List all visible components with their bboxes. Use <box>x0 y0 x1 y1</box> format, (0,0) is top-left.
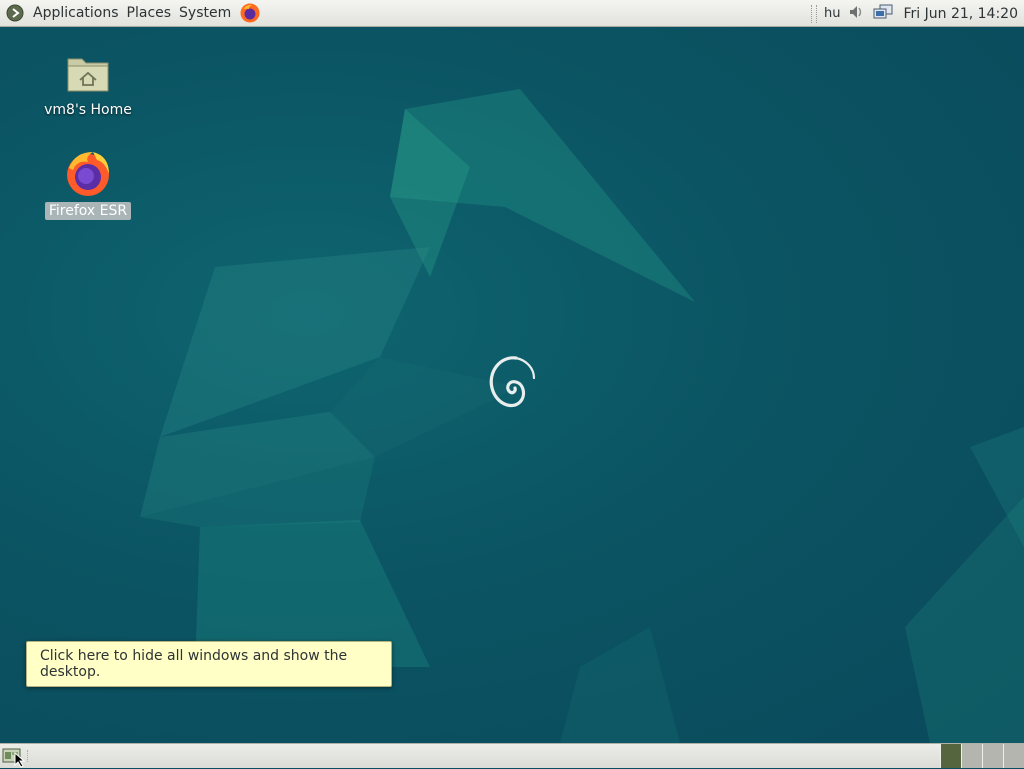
desktop-icon-home[interactable]: vm8's Home <box>43 49 133 119</box>
desktop-icon-firefox[interactable]: Firefox ESR <box>43 148 133 220</box>
workspace-2[interactable] <box>961 744 982 768</box>
mouse-cursor-icon <box>14 752 26 768</box>
firefox-launcher-icon[interactable] <box>239 2 261 24</box>
debian-swirl-icon <box>489 356 536 408</box>
keyboard-layout-indicator[interactable]: hu <box>824 6 840 21</box>
panel-grip[interactable] <box>811 4 817 23</box>
notification-area: hu Fri Jun 21, 14:20 <box>811 0 1018 27</box>
panel-grip[interactable] <box>27 750 31 762</box>
firefox-icon <box>67 152 109 196</box>
workspace-3[interactable] <box>982 744 1003 768</box>
debian-menu-icon[interactable] <box>5 3 25 23</box>
desktop-icon-label: vm8's Home <box>44 102 132 118</box>
tooltip-text: Click here to hide all windows and show … <box>40 648 348 680</box>
top-panel: Applications Places System hu Fri Jun 21… <box>0 0 1024 27</box>
workspace-1[interactable] <box>940 744 961 768</box>
places-menu[interactable]: Places <box>123 0 176 27</box>
show-desktop-tooltip: Click here to hide all windows and show … <box>26 641 392 687</box>
applications-menu[interactable]: Applications <box>29 0 123 27</box>
desktop-icon-label: Firefox ESR <box>44 202 132 220</box>
bottom-panel <box>0 743 1024 768</box>
workspace-4[interactable] <box>1003 744 1024 768</box>
volume-icon[interactable] <box>847 3 865 25</box>
desktop[interactable]: vm8's Home Firefox ESR <box>0 27 1024 743</box>
network-icon[interactable] <box>872 3 894 25</box>
workspace-switcher <box>940 744 1024 768</box>
system-menu[interactable]: System <box>175 0 235 27</box>
home-folder-icon <box>67 58 109 92</box>
clock[interactable]: Fri Jun 21, 14:20 <box>903 6 1018 22</box>
